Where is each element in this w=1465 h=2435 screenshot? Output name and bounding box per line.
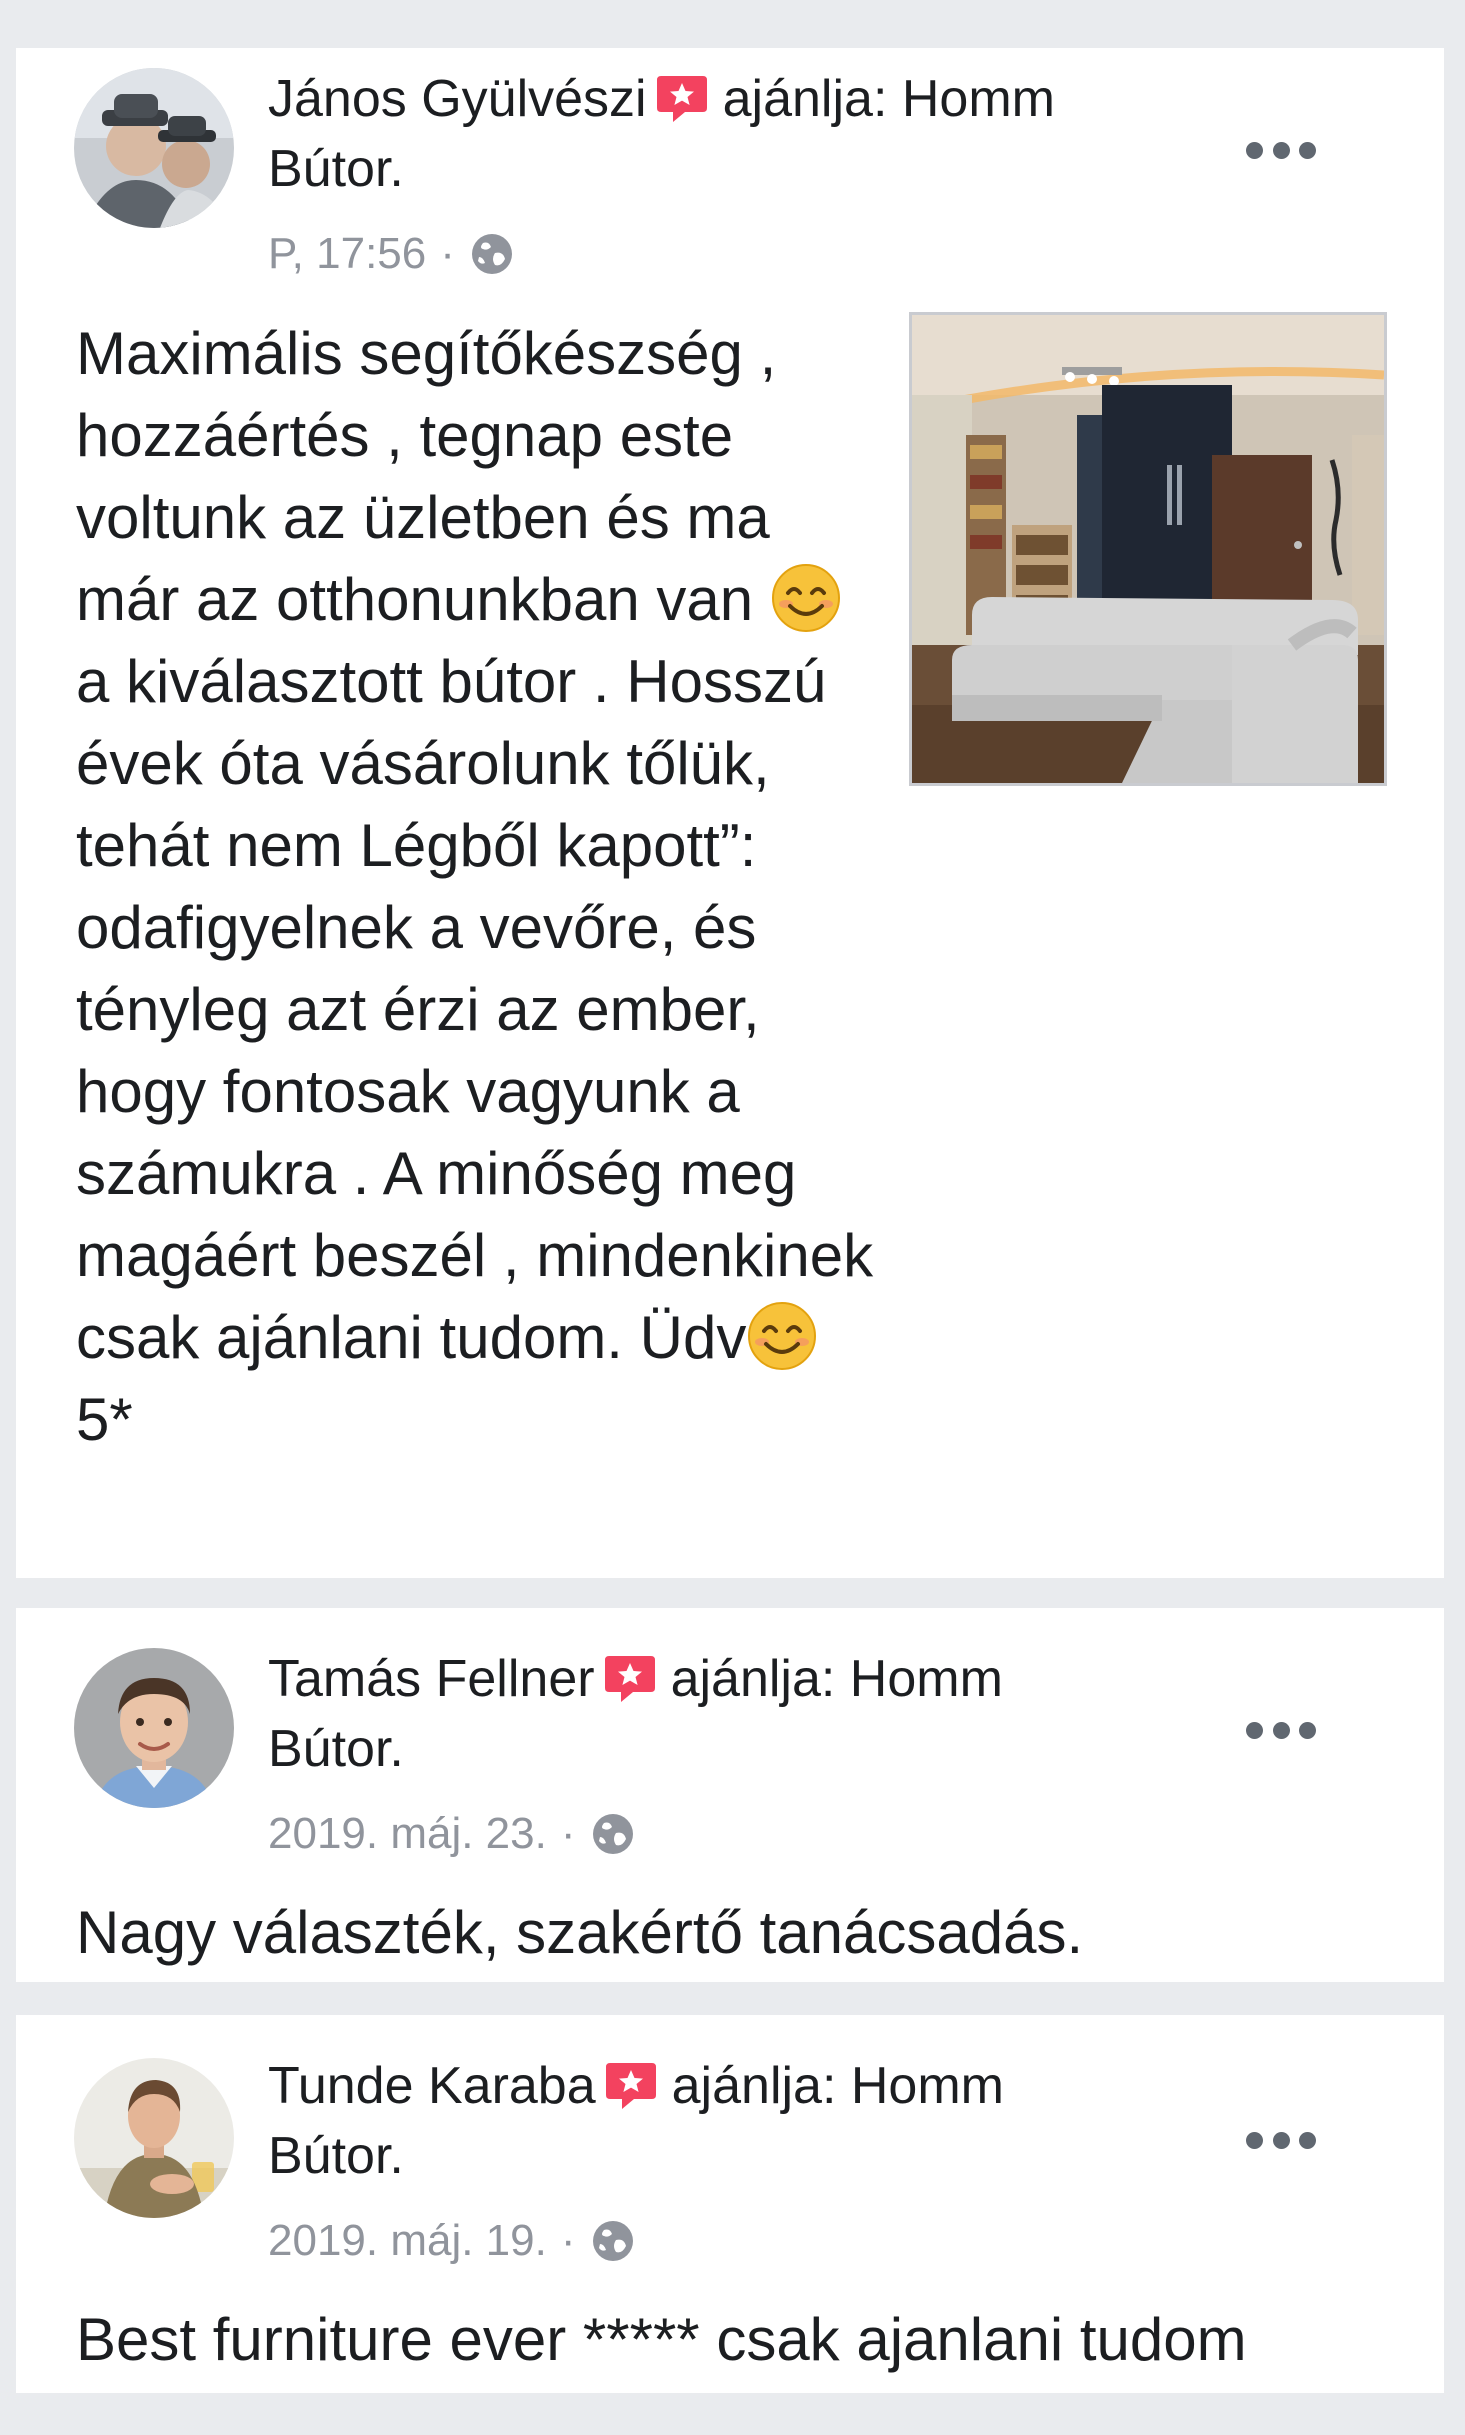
author-avatar[interactable] [74, 68, 234, 228]
review-header: Tamás Fellner ajánlja: Homm Bútor. [268, 1644, 1138, 1784]
review-text-part: a kiválasztott bútor . Hosszú évek óta v… [76, 648, 874, 1371]
more-options-icon[interactable] [1246, 2125, 1316, 2155]
more-options-icon[interactable] [1246, 135, 1316, 165]
more-options-icon[interactable] [1246, 1715, 1316, 1745]
review-header: Tunde Karaba ajánlja: Homm Bútor. [268, 2051, 1138, 2191]
author-name[interactable]: Tamás Fellner [268, 1650, 595, 1708]
recommend-badge-icon [655, 72, 709, 126]
page-link[interactable]: Bútor. [268, 140, 404, 198]
recommends-label: ajánlja: Homm [671, 2057, 1004, 2115]
recommends-label: ajánlja: Homm [670, 1650, 1003, 1708]
meta-separator: · [440, 229, 455, 278]
review-card: Tamás Fellner ajánlja: Homm Bútor. 2019. … [16, 1608, 1444, 1982]
recommend-badge-icon [604, 2059, 658, 2113]
post-meta: 2019. máj. 19. · [268, 2213, 636, 2269]
post-timestamp[interactable]: P, 17:56 [268, 226, 426, 282]
meta-separator: · [560, 1809, 576, 1858]
page-link[interactable]: Bútor. [268, 1720, 404, 1778]
smiling-face-emoji-icon [770, 562, 842, 634]
review-rating-text: 5* [76, 1386, 133, 1453]
review-text: Maximális segítőkészség , hozzáértés , t… [76, 313, 876, 1461]
meta-separator: · [560, 2216, 576, 2265]
post-timestamp[interactable]: 2019. máj. 19. [268, 2213, 547, 2269]
review-header: János Gyülvészi ajánlja: Homm Bútor. [268, 64, 1138, 204]
review-text: Best furniture ever ***** csak ajanlani … [76, 2306, 1247, 2373]
recommend-badge-icon [603, 1652, 657, 1706]
author-name[interactable]: Tunde Karaba [268, 2057, 596, 2115]
author-avatar[interactable] [74, 1648, 234, 1808]
recommends-label: ajánlja: Homm [722, 70, 1055, 128]
post-meta: P, 17:56 · [268, 226, 515, 282]
globe-icon [590, 1811, 636, 1857]
post-meta: 2019. máj. 23. · [268, 1806, 636, 1862]
globe-icon [469, 231, 515, 277]
review-card: Tunde Karaba ajánlja: Homm Bútor. 2019. m… [16, 2015, 1444, 2393]
globe-icon [590, 2218, 636, 2264]
page-link[interactable]: Bútor. [268, 2127, 404, 2185]
living-room-sofa-photo[interactable] [909, 312, 1387, 786]
review-text-part: Maximális segítőkészség , hozzáértés , t… [76, 320, 777, 633]
post-timestamp[interactable]: 2019. máj. 23. [268, 1806, 547, 1862]
author-name[interactable]: János Gyülvészi [268, 70, 647, 128]
smiling-face-emoji-icon [746, 1300, 818, 1372]
review-card: János Gyülvészi ajánlja: Homm Bútor. P, 1… [16, 48, 1444, 1578]
author-avatar[interactable] [74, 2058, 234, 2218]
review-text: Nagy választék, szakértő tanácsadás. [76, 1899, 1084, 1966]
